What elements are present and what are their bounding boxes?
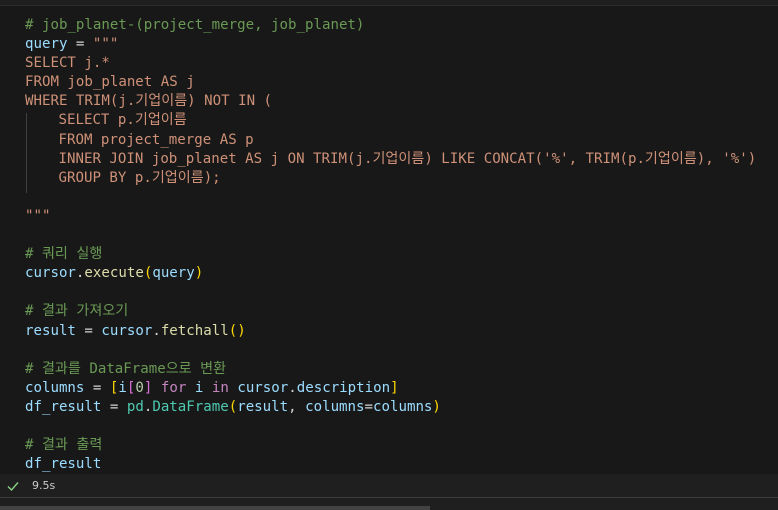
code-token: """ xyxy=(25,207,51,224)
code-line[interactable]: FROM job_planet AS j xyxy=(25,73,756,92)
code-line[interactable] xyxy=(25,283,756,302)
code-line[interactable] xyxy=(25,417,756,436)
code-token: ] xyxy=(390,379,399,396)
code-token: = xyxy=(364,398,374,415)
code-token: SELECT p.기업이름 xyxy=(58,112,187,129)
code-token: pd xyxy=(126,398,144,415)
code-token: """ xyxy=(92,36,119,53)
code-token: = xyxy=(101,398,127,415)
code-token: ) xyxy=(194,265,204,282)
code-token: FROM project_merge AS p xyxy=(58,131,254,148)
code-token: cursor xyxy=(25,265,76,282)
code-token: () xyxy=(228,322,246,339)
code-token: . xyxy=(288,379,297,396)
code-token: result xyxy=(237,398,289,415)
check-icon xyxy=(7,482,19,492)
code-token: columns xyxy=(25,379,85,396)
code-line[interactable]: result = cursor.fetchall() xyxy=(25,322,756,341)
code-line[interactable] xyxy=(25,188,756,207)
code-token: description xyxy=(296,379,391,396)
code-token: # 결과 가져오기 xyxy=(25,303,129,320)
code-token: cursor xyxy=(101,322,153,339)
code-cell[interactable]: # job_planet-(project_merge, job_planet)… xyxy=(0,5,778,475)
code-token: INNER JOIN job_planet AS j ON TRIM(j.기업이… xyxy=(58,150,757,167)
code-token: SELECT j.* xyxy=(25,55,110,72)
code-line[interactable]: # 결과 출력 xyxy=(25,436,756,455)
code-line[interactable]: SELECT p.기업이름 xyxy=(25,111,756,130)
code-line[interactable]: WHERE TRIM(j.기업이름) NOT IN ( xyxy=(25,92,756,111)
code-token: for xyxy=(160,379,187,396)
code-token: query xyxy=(25,36,68,53)
code-line[interactable]: columns = [i[0] for i in cursor.descript… xyxy=(25,379,756,398)
code-line[interactable]: INNER JOIN job_planet AS j ON TRIM(j.기업이… xyxy=(25,150,757,169)
code-token: . xyxy=(152,322,161,339)
code-token: fetchall xyxy=(160,322,229,339)
code-token: result xyxy=(25,322,76,339)
cell-status-bar: 9.5s xyxy=(0,474,778,498)
code-line[interactable]: # 결과를 DataFrame으로 변환 xyxy=(25,360,756,379)
cell-divider xyxy=(0,497,778,498)
code-line[interactable]: query = """ xyxy=(25,35,756,54)
code-line[interactable]: GROUP BY p.기업이름); xyxy=(25,169,756,188)
code-editor[interactable]: # job_planet-(project_merge, job_planet)… xyxy=(25,16,756,474)
code-token: = xyxy=(67,36,93,53)
code-token: = xyxy=(75,322,102,339)
code-token: = xyxy=(84,379,110,396)
code-line[interactable]: # job_planet-(project_merge, job_planet) xyxy=(25,16,756,35)
scrollbar-thumb[interactable] xyxy=(0,506,430,510)
code-line[interactable]: cursor.execute(query) xyxy=(25,264,756,283)
code-token: execute xyxy=(84,265,144,282)
code-token: query xyxy=(152,265,195,282)
code-line[interactable]: FROM project_merge AS p xyxy=(25,131,756,150)
code-token: ) xyxy=(432,398,441,415)
code-token: df_result xyxy=(25,398,102,415)
code-token: WHERE TRIM(j.기업이름) NOT IN ( xyxy=(25,93,273,110)
code-token: columns xyxy=(305,398,365,415)
code-token: FROM job_planet AS j xyxy=(25,74,195,91)
code-line[interactable]: # 쿼리 실행 xyxy=(25,245,756,264)
code-line[interactable] xyxy=(25,226,756,245)
code-token: 0 xyxy=(135,379,144,396)
code-token: # 결과를 DataFrame으로 변환 xyxy=(25,360,227,377)
code-line[interactable]: # 결과 가져오기 xyxy=(25,302,756,321)
code-token: i xyxy=(118,379,127,396)
code-token: columns xyxy=(373,398,433,415)
code-token: # 결과 출력 xyxy=(25,437,103,454)
code-line[interactable]: SELECT j.* xyxy=(25,54,756,73)
code-token: # job_planet-(project_merge, job_planet) xyxy=(25,17,365,33)
code-token: ( xyxy=(228,398,238,415)
code-token: in xyxy=(211,379,229,396)
code-line[interactable]: df_result = pd.DataFrame(result, columns… xyxy=(25,398,756,417)
code-token: , xyxy=(288,398,306,415)
execution-time: 9.5s xyxy=(32,479,56,492)
code-line[interactable]: df_result xyxy=(25,455,756,474)
code-token: # 쿼리 실행 xyxy=(25,246,103,263)
code-token: GROUP BY p.기업이름); xyxy=(58,169,221,186)
code-line[interactable]: """ xyxy=(25,207,756,226)
code-token: cursor xyxy=(237,379,289,396)
code-token: df_result xyxy=(25,456,102,473)
code-line[interactable] xyxy=(25,341,756,360)
code-token: DataFrame xyxy=(152,398,229,415)
